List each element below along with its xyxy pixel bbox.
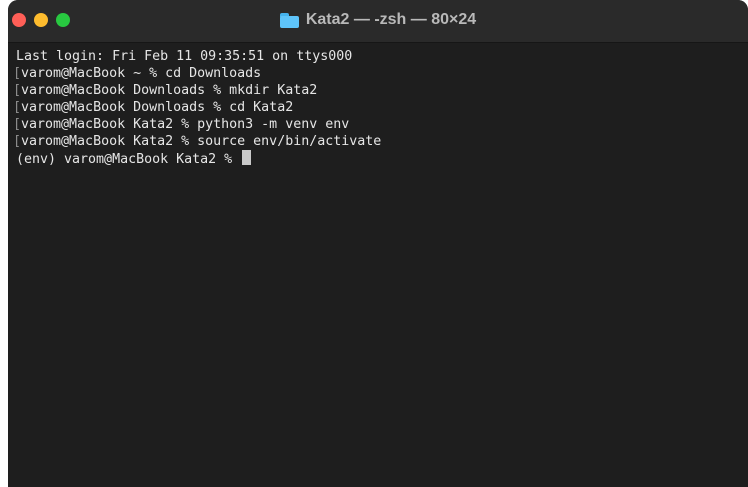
- bracket-mark: [: [13, 134, 22, 149]
- terminal-line: [varom@MacBook Downloads % mkdir Kata2: [13, 83, 318, 98]
- text-cursor: [242, 150, 252, 165]
- window-title: Kata2 — -zsh — 80×24: [8, 11, 748, 29]
- bracket-mark: [: [13, 100, 22, 115]
- bracket-mark: [: [13, 83, 22, 98]
- terminal-line: [varom@MacBook Kata2 % python3 -m venv e…: [13, 117, 350, 132]
- window-title-text: Kata2 — -zsh — 80×24: [305, 11, 477, 28]
- terminal-line: [varom@MacBook Kata2 % source env/bin/ac…: [13, 134, 382, 149]
- bracket-mark: [: [13, 66, 22, 81]
- terminal-window: Kata2 — -zsh — 80×24 Last login: Fri Feb…: [8, 0, 748, 487]
- terminal-prompt-line[interactable]: (env) varom@MacBook Kata2 %: [16, 150, 744, 167]
- terminal-line: [varom@MacBook Downloads % cd Kata2: [13, 100, 294, 115]
- terminal-line: [varom@MacBook ~ % cd Downloads: [13, 66, 262, 81]
- terminal-line: Last login: Fri Feb 11 09:35:51 on ttys0…: [16, 49, 353, 64]
- prompt: (env) varom@MacBook Kata2 %: [16, 152, 241, 167]
- bracket-mark: [: [13, 117, 22, 132]
- folder-icon: [279, 12, 299, 28]
- terminal-output[interactable]: Last login: Fri Feb 11 09:35:51 on ttys0…: [13, 48, 744, 487]
- title-bar: Kata2 — -zsh — 80×24: [8, 0, 748, 43]
